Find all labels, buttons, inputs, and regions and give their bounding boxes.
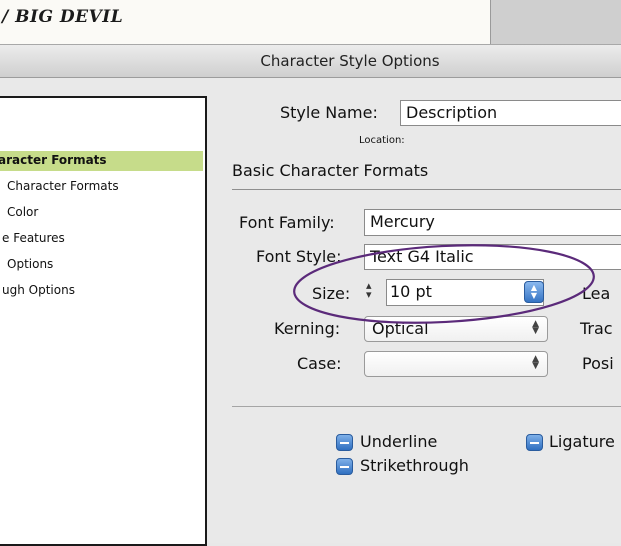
highlight-ellipse xyxy=(293,244,595,324)
annotation-overlay xyxy=(293,244,595,324)
